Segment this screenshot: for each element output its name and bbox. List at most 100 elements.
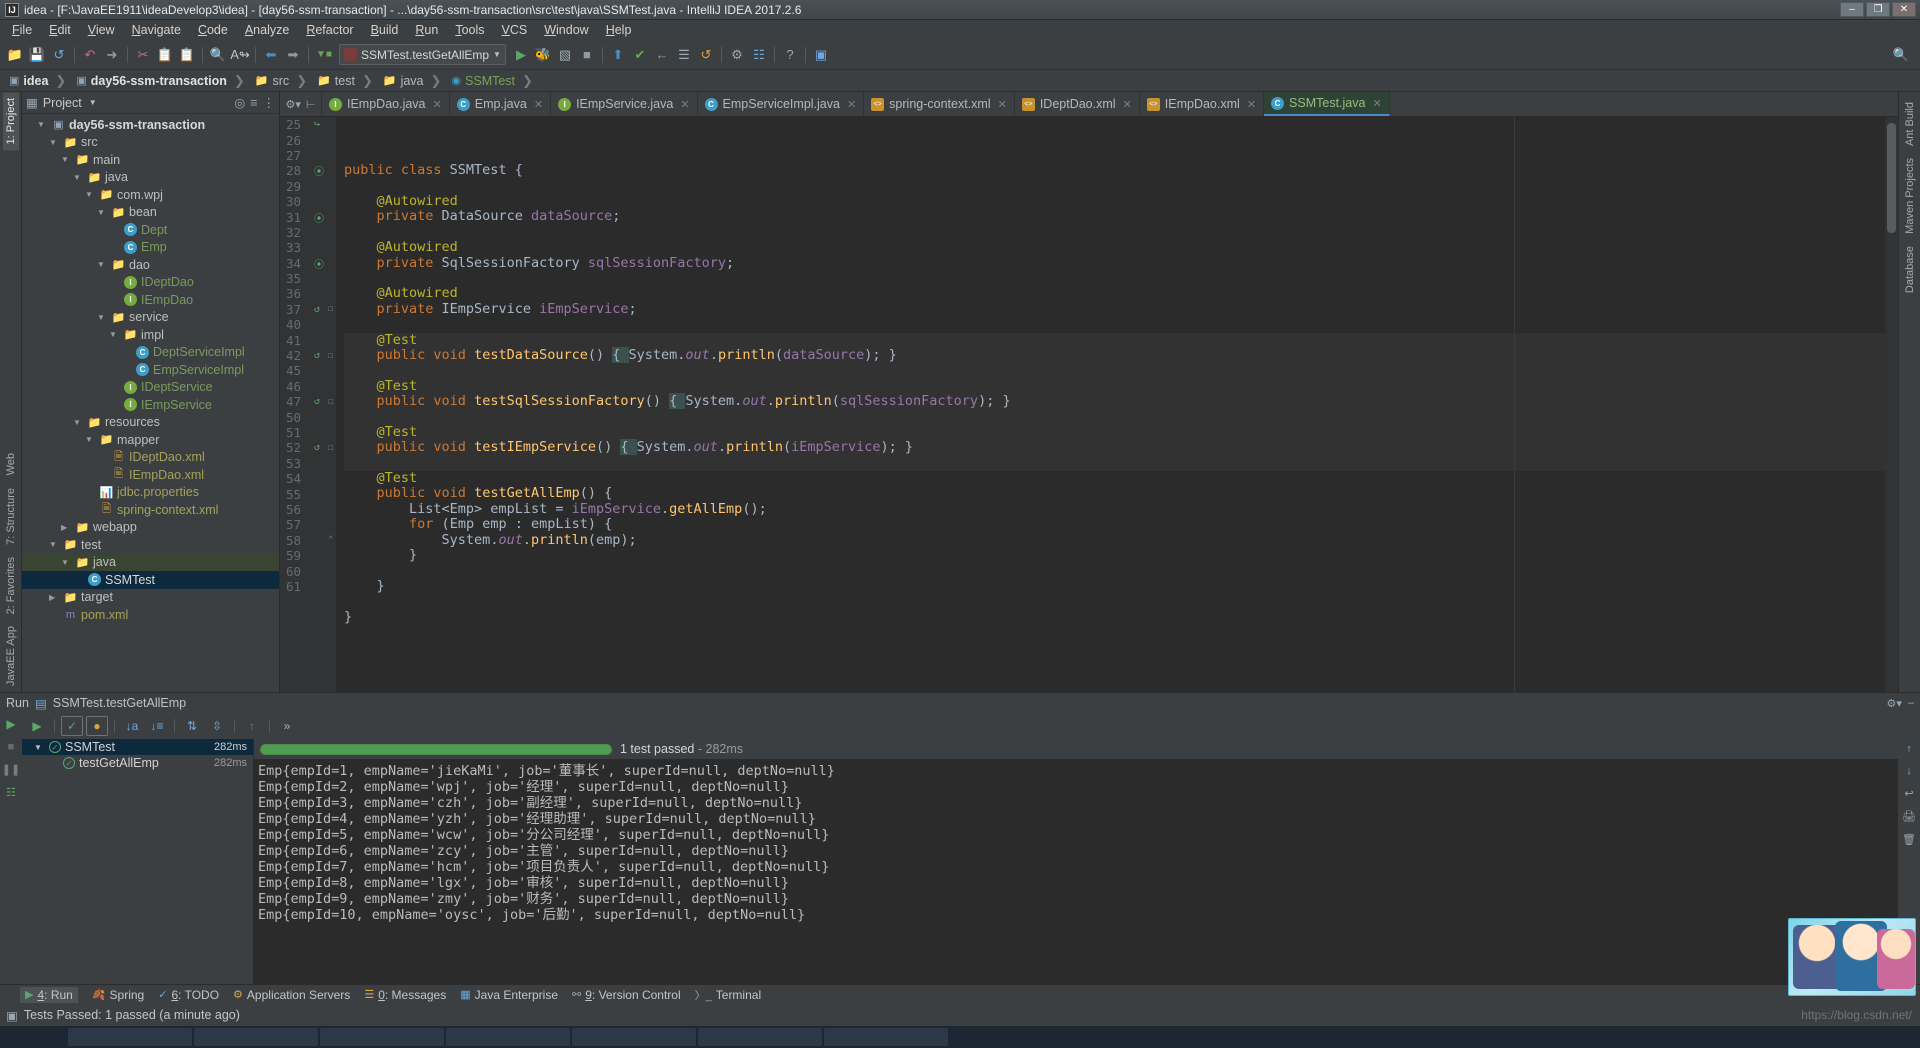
code-line[interactable] [344,317,1885,332]
tree-node-src[interactable]: ▼ 📁 src [22,134,279,152]
editor-tab-spring-context-xml[interactable]: <> spring-context.xml ✕ [864,92,1015,116]
more-icon[interactable]: » [276,716,298,736]
code-line[interactable]: public void testDataSource() { System.ou… [344,346,1885,364]
editor-tab-iempdao-java[interactable]: I IEmpDao.java ✕ [322,92,450,116]
close-icon[interactable]: ✕ [847,98,856,111]
marker-strip[interactable] [1885,117,1898,692]
menu-refactor[interactable]: Refactor [298,21,361,39]
tree-twisty[interactable]: ▼ [37,120,48,129]
tree-twisty[interactable]: ▼ [97,260,108,269]
breadcrumb-item-test[interactable]: 📁 test ❯ [314,73,380,89]
rerun-tests-icon[interactable]: ▶ [26,716,48,736]
test-row-ssmtest[interactable]: ▼ ✓ SSMTest 282ms [22,739,253,755]
code-text[interactable]: public class SSMTest { @Autowired privat… [336,117,1885,692]
tree-twisty[interactable]: ▶ [49,593,60,602]
tree-node-jdbc-properties[interactable]: 📊 jdbc.properties [22,484,279,502]
rollback-icon[interactable]: ← [651,44,673,66]
code-line[interactable]: System.out.println(emp); [344,532,1885,548]
editor-tab-emp-java[interactable]: C Emp.java ✕ [450,92,552,116]
implemented-gutter-icon[interactable]: ↪ [314,119,320,130]
code-line[interactable] [344,625,1885,640]
taskbar-start-button[interactable] [4,1028,34,1046]
tree-twisty[interactable]: ▼ [85,435,96,444]
scroll-down-icon[interactable]: ↓ [1906,765,1912,777]
code-line[interactable]: for (Emp emp : empList) { [344,517,1885,532]
tool-button-web[interactable]: Web [3,447,19,481]
bottom-tool-terminal[interactable]: 〉_ Terminal [695,987,761,1003]
scroll-from-source-icon[interactable]: ◎ [234,95,245,110]
tree-twisty[interactable]: ▼ [73,173,84,182]
bottom-tool-9-version-control[interactable]: ⚯ 9: Version Control [572,988,681,1002]
tree-node-service[interactable]: ▼ 📁 service [22,309,279,327]
tree-node-dept[interactable]: C Dept [22,221,279,239]
close-icon[interactable]: ✕ [1123,98,1132,111]
close-icon[interactable]: ✕ [1372,97,1381,110]
code-line[interactable] [344,363,1885,379]
debug-icon[interactable]: 🐝 [532,44,554,66]
taskbar-item[interactable] [68,1028,192,1046]
code-line[interactable]: } [344,609,1885,625]
code-line[interactable]: @Test [344,378,1885,395]
code-line[interactable]: public class SSMTest { [344,163,1885,178]
tree-node-main[interactable]: ▼ 📁 main [22,151,279,169]
bean-gutter-icon[interactable]: ⦿ [314,163,324,178]
clear-all-icon[interactable]: 🗑 [1902,833,1916,846]
coverage-icon[interactable]: ▧ [554,44,576,66]
tree-node-deptserviceimpl[interactable]: C DeptServiceImpl [22,344,279,362]
bottom-tool-spring[interactable]: 🍂 Spring [92,988,144,1002]
code-line[interactable] [344,455,1885,472]
project-tree[interactable]: ▼ ▣ day56-ssm-transaction ▼ 📁 src ▼ 📁 main ▼ 📁 java… [22,114,279,692]
cut-icon[interactable]: ✂ [132,44,154,66]
fold-end-icon[interactable]: ⌃ [328,535,333,545]
tree-node-com-wpj[interactable]: ▼ 📁 com.wpj [22,186,279,204]
maximize-button[interactable]: ❐ [1866,2,1890,17]
breadcrumb-item-java[interactable]: 📁 java ❯ [380,73,449,89]
settings-icon[interactable]: ⚙ [726,44,748,66]
tree-node-java[interactable]: ▼ 📁 java [22,169,279,187]
code-line[interactable]: } [344,578,1885,594]
copy-icon[interactable]: 📋 [154,44,176,66]
tree-node-iempdao-xml[interactable]: 🗎 IEmpDao.xml [22,466,279,484]
tree-twisty[interactable]: ▼ [49,540,60,549]
menu-code[interactable]: Code [190,21,236,39]
tool-button-maven-projects[interactable]: Maven Projects [1902,152,1918,240]
close-icon[interactable]: ✕ [534,98,543,111]
run-gutter-icon[interactable]: ↺ [314,304,320,315]
close-icon[interactable]: ✕ [680,98,689,111]
taskbar-item[interactable] [320,1028,444,1046]
open-folder-icon[interactable]: 📁 [4,44,26,66]
code-line[interactable]: private IEmpService iEmpService; [344,301,1885,317]
code-line[interactable] [344,271,1885,286]
menu-view[interactable]: View [80,21,123,39]
menu-window[interactable]: Window [536,21,596,39]
show-passed-icon[interactable]: ✓ [61,716,83,736]
help-icon[interactable]: ? [779,44,801,66]
taskbar-item[interactable] [446,1028,570,1046]
bean-gutter-icon[interactable]: ⦿ [314,256,324,271]
chevron-down-icon[interactable]: ▼ [493,50,501,59]
tree-twisty[interactable]: ▼ [109,330,120,339]
fold-toggle-icon[interactable]: ☐ [328,443,333,453]
update-project-icon[interactable]: ⬆ [607,44,629,66]
close-button[interactable]: ✕ [1892,2,1916,17]
tree-node-ideptservice[interactable]: I IDeptService [22,379,279,397]
taskbar-item[interactable] [698,1028,822,1046]
menu-file[interactable]: File [4,21,40,39]
minimize-button[interactable]: – [1840,2,1864,17]
tree-twisty[interactable]: ▶ [61,523,72,532]
stop-icon[interactable]: ■ [576,44,598,66]
gear-icon[interactable]: ⚙▾ [286,98,301,111]
collapse-all-icon[interactable]: ≡ [250,96,257,110]
redo-icon[interactable]: ➜ [101,44,123,66]
editor-tab-ssmtest-java[interactable]: C SSMTest.java ✕ [1264,92,1390,116]
code-line[interactable]: @Autowired [344,193,1885,209]
tree-node-emp[interactable]: C Emp [22,239,279,257]
tool-button-structure[interactable]: 7: Structure [3,482,19,551]
menu-build[interactable]: Build [363,21,407,39]
breadcrumb-item-ssmtest[interactable]: ◉ SSMTest ❯ [448,73,540,89]
bottom-tool-java-enterprise[interactable]: ▦ Java Enterprise [460,988,558,1002]
tree-node-resources[interactable]: ▼ 📁 resources [22,414,279,432]
code-line[interactable]: private DataSource dataSource; [344,209,1885,224]
taskbar-item[interactable] [824,1028,948,1046]
menu-tools[interactable]: Tools [447,21,492,39]
